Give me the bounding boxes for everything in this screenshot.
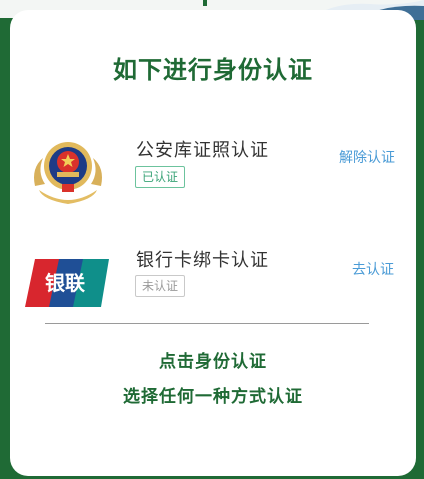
footer-line-1: 点击身份认证	[159, 352, 267, 372]
police-emblem-icon	[34, 142, 102, 204]
unionpay-icon: 银联	[25, 259, 109, 307]
status-badge-verified: 已认证	[135, 166, 186, 188]
page-title: 如下进行身份认证	[113, 56, 313, 84]
unionpay-logo-text: 银联	[45, 271, 85, 295]
bank-card-verification-title: 银行卡绑卡认证	[136, 250, 269, 271]
start-verification-link[interactable]: 去认证	[352, 259, 394, 279]
top-tick	[203, 0, 207, 6]
unbind-verification-link[interactable]: 解除认证	[339, 147, 395, 167]
identity-verification-card: 如下进行身份认证 公安库证照认证 已认证 解除认证 银联 银行卡绑卡认证 未认证…	[10, 10, 416, 476]
status-badge-unverified: 未认证	[135, 275, 186, 297]
footer-line-2: 选择任何一种方式认证	[123, 387, 303, 407]
police-verification-title: 公安库证照认证	[136, 140, 269, 161]
divider	[45, 323, 369, 324]
